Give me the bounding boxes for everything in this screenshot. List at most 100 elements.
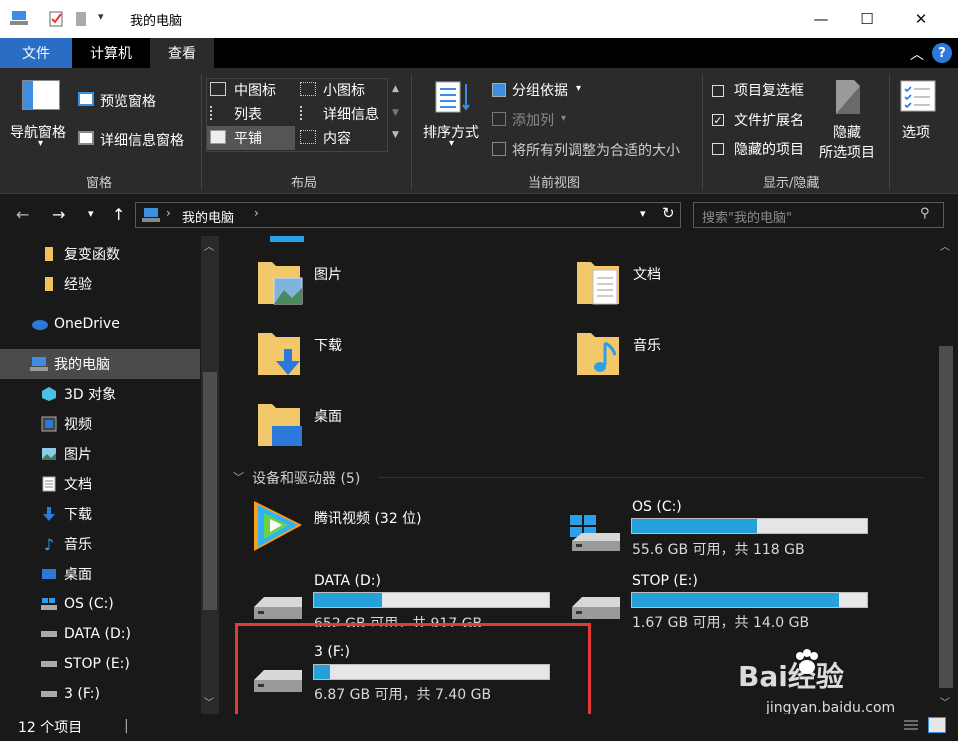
nav-item-drive-e[interactable]: STOP (E:) (0, 649, 200, 679)
content-scrollbar-thumb[interactable] (939, 346, 953, 688)
nav-item-music[interactable]: ♪ 音乐 (0, 529, 200, 559)
maximize-button[interactable]: ☐ (844, 0, 890, 38)
file-extensions-checkbox[interactable]: ✓ (712, 114, 724, 127)
nav-item-pictures[interactable]: 图片 (0, 439, 200, 469)
recent-locations-icon[interactable]: ▾ (88, 207, 94, 220)
divider (201, 74, 202, 190)
back-arrow-icon[interactable]: ← (16, 205, 29, 224)
preview-pane-button[interactable]: 预览窗格 (100, 91, 156, 111)
nav-item-downloads[interactable]: 下载 (0, 499, 200, 529)
folder-tile[interactable]: 音乐 (575, 329, 875, 385)
options-button[interactable]: 选项 (902, 122, 930, 142)
nav-item-folder[interactable]: 复变函数 (0, 239, 200, 269)
sort-dropdown-icon[interactable]: ▾ (449, 138, 454, 149)
app-tile[interactable]: 腾讯视频 (32 位) (248, 497, 548, 557)
hide-selected-icon (834, 78, 862, 116)
group-by-button[interactable]: 分组依据 (512, 80, 568, 100)
window-title: 我的电脑 (130, 14, 183, 29)
address-dropdown-icon[interactable]: ▾ (640, 207, 646, 220)
computer-icon (10, 10, 28, 26)
layout-scroll-down-icon[interactable]: ▼ (392, 108, 399, 118)
nav-item-drive-d[interactable]: DATA (D:) (0, 619, 200, 649)
breadcrumb-chevron-icon[interactable]: › (254, 206, 259, 220)
medium-icons-icon (210, 82, 226, 96)
nav-scrollbar-thumb[interactable] (203, 372, 217, 610)
details-view-icon[interactable] (902, 718, 920, 734)
layout-tiles[interactable]: 平铺 (234, 128, 262, 148)
nav-item-folder[interactable]: 经验 (0, 269, 200, 299)
scroll-up-icon[interactable]: ︿ (204, 238, 214, 253)
group-by-dropdown-icon[interactable]: ▾ (576, 83, 581, 94)
folder-tile[interactable]: 桌面 (256, 400, 556, 456)
breadcrumb[interactable]: 我的电脑 (182, 207, 234, 226)
search-icon[interactable]: ⚲ (920, 206, 930, 221)
layout-list[interactable]: 列表 (234, 104, 262, 124)
hidden-items-checkbox[interactable] (712, 143, 724, 155)
size-columns-button[interactable]: 将所有列调整为合适的大小 (512, 140, 680, 160)
scroll-down-icon[interactable]: ﹀ (204, 694, 214, 709)
nav-item-this-pc[interactable]: 我的电脑 (0, 349, 200, 379)
up-arrow-icon[interactable]: ↑ (112, 205, 125, 224)
cube-icon (40, 386, 58, 402)
layout-medium-icons[interactable]: 中图标 (234, 80, 276, 100)
close-button[interactable]: ✕ (898, 0, 944, 38)
drive-tile[interactable]: OS (C:) 55.6 GB 可用，共 118 GB (566, 497, 876, 561)
nav-item-label: OS (C:) (64, 596, 114, 612)
add-col-dropdown-icon[interactable]: ▾ (561, 113, 566, 124)
collapse-group-icon[interactable]: ﹀ (233, 469, 244, 485)
hide-selected-button[interactable]: 隐藏 (833, 122, 861, 142)
search-input[interactable]: 搜索"我的电脑" ⚲ (693, 202, 944, 228)
add-columns-button[interactable]: 添加列 (512, 110, 554, 130)
navigation-pane-icon[interactable] (22, 80, 60, 110)
layout-details[interactable]: 详细信息 (323, 104, 379, 124)
layout-expand-icon[interactable]: ▼ (392, 130, 399, 140)
nav-pane-dropdown-icon[interactable]: ▾ (38, 138, 43, 149)
paw-icon (792, 648, 822, 678)
folder-tile[interactable]: 文档 (575, 258, 875, 314)
collapse-ribbon-icon[interactable]: ︿ (910, 44, 924, 64)
nav-item-3d-objects[interactable]: 3D 对象 (0, 379, 200, 409)
folder-name: 文档 (633, 267, 661, 283)
layout-scroll-up-icon[interactable]: ▲ (392, 84, 399, 94)
nav-item-desktop[interactable]: 桌面 (0, 559, 200, 589)
minimize-button[interactable]: — (798, 0, 844, 38)
drive-tile[interactable]: STOP (E:) 1.67 GB 可用，共 14.0 GB (566, 571, 876, 631)
tab-view[interactable]: 查看 (150, 38, 214, 68)
nav-item-videos[interactable]: 视频 (0, 409, 200, 439)
tiles-view-icon[interactable] (928, 717, 946, 733)
nav-item-drive-f[interactable]: 3 (F:) (0, 679, 200, 709)
cloud-icon (30, 316, 48, 332)
help-icon[interactable]: ? (932, 43, 952, 63)
search-placeholder: 搜索"我的电脑" (702, 211, 792, 226)
nav-item-drive-c[interactable]: OS (C:) (0, 589, 200, 619)
nav-item-documents[interactable]: 文档 (0, 469, 200, 499)
hide-selected-button-line2[interactable]: 所选项目 (819, 142, 875, 162)
new-folder-icon[interactable] (74, 10, 88, 28)
music-icon: ♪ (43, 534, 55, 554)
drive-free-space: 55.6 GB 可用，共 118 GB (632, 542, 805, 558)
item-checkboxes-checkbox[interactable] (712, 85, 724, 97)
folder-name: 音乐 (633, 338, 661, 354)
refresh-icon[interactable]: ↻ (662, 204, 675, 222)
tab-computer[interactable]: 计算机 (72, 38, 150, 68)
scroll-down-icon[interactable]: ﹀ (940, 694, 950, 709)
windows-drive-icon (568, 513, 624, 553)
folder-tile[interactable]: 下载 (256, 329, 556, 385)
small-icons-icon (300, 82, 316, 96)
quick-access-dropdown-icon[interactable]: ▾ (98, 10, 104, 23)
layout-small-icons[interactable]: 小图标 (323, 80, 365, 100)
details-pane-button[interactable]: 详细信息窗格 (100, 130, 184, 150)
nav-item-onedrive[interactable]: OneDrive (0, 309, 200, 339)
scroll-up-icon[interactable]: ︿ (940, 238, 950, 253)
drive-usage-fill (314, 593, 383, 607)
breadcrumb-chevron-icon[interactable]: › (166, 206, 171, 220)
tab-file[interactable]: 文件 (0, 38, 72, 68)
drive-usage-bar (631, 592, 868, 608)
watermark-brand: Bai经验 (738, 660, 844, 693)
group-header[interactable]: 设备和驱动器 (5) (252, 468, 360, 488)
layout-content[interactable]: 内容 (323, 128, 351, 148)
properties-icon[interactable] (48, 10, 64, 28)
drive-tile[interactable]: DATA (D:) 652 GB 可用，共 917 GB (248, 571, 558, 631)
forward-arrow-icon[interactable]: → (52, 205, 65, 224)
folder-tile[interactable]: 图片 (256, 258, 556, 314)
